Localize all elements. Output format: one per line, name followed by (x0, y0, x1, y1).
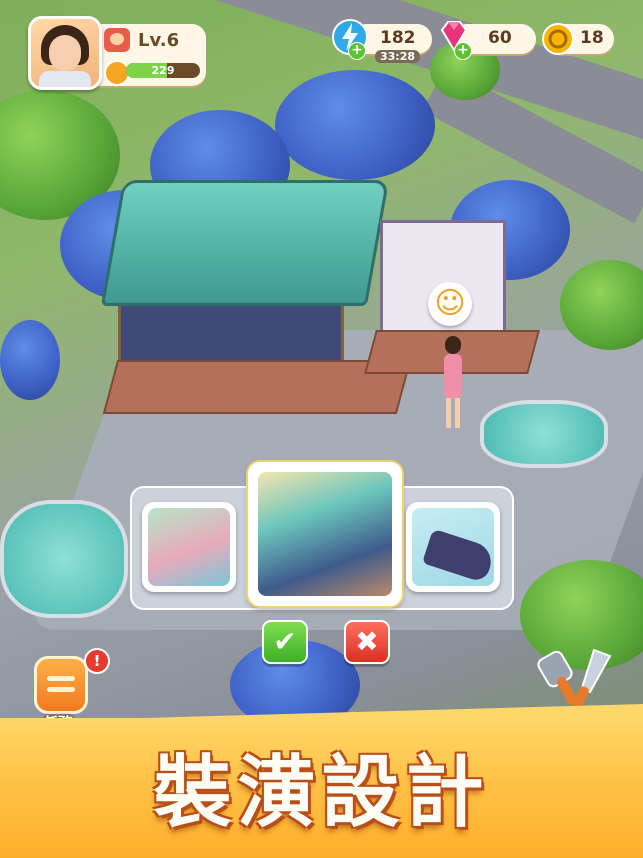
confirm-button[interactable]: ✔ (262, 620, 308, 664)
spatula-knife-icon[interactable] (532, 646, 622, 710)
design-option-teahouse[interactable] (248, 462, 402, 606)
teahouse-roof[interactable] (100, 180, 390, 306)
character-figure[interactable] (442, 336, 464, 432)
coin-icon (542, 23, 574, 55)
boat-thumbnail (412, 508, 496, 586)
close-icon: ✖ (355, 625, 379, 658)
design-selector (130, 462, 514, 610)
koi-pond-thumbnail (148, 508, 230, 586)
check-icon: ✔ (273, 625, 297, 658)
xp-value: 229 (151, 64, 175, 77)
design-option-koi-pond[interactable] (142, 502, 236, 592)
level-label: Lv.6 (138, 30, 180, 51)
design-option-boat[interactable] (406, 502, 500, 592)
quest-list-icon (34, 656, 88, 714)
coin-value: 18 (580, 28, 604, 48)
blue-tree (0, 320, 60, 400)
level-badge-icon (104, 28, 130, 52)
energy-value: 182 (380, 28, 416, 48)
gem-value: 60 (488, 28, 512, 48)
koi-pond (0, 500, 128, 618)
quest-alert-badge: ! (84, 648, 110, 674)
energy-timer: 33:28 (375, 50, 421, 63)
player-panel[interactable]: Lv.6 229 (28, 16, 206, 90)
add-energy-button[interactable]: + (348, 42, 366, 60)
title-banner: 裝潢設計 (0, 718, 643, 858)
banner-title: 裝潢設計 (153, 748, 490, 838)
avatar[interactable] (28, 16, 102, 90)
coin-counter[interactable]: 18 (542, 23, 614, 55)
cancel-button[interactable]: ✖ (344, 620, 390, 664)
teahouse-thumbnail (258, 472, 392, 596)
smile-emote-icon[interactable]: ☺ (428, 282, 472, 326)
gem-counter[interactable]: + 60 (440, 21, 536, 60)
blue-tree (275, 70, 435, 180)
xp-bar: 229 (126, 63, 200, 78)
add-gems-button[interactable]: + (454, 42, 472, 60)
lotus-pond (480, 400, 608, 468)
